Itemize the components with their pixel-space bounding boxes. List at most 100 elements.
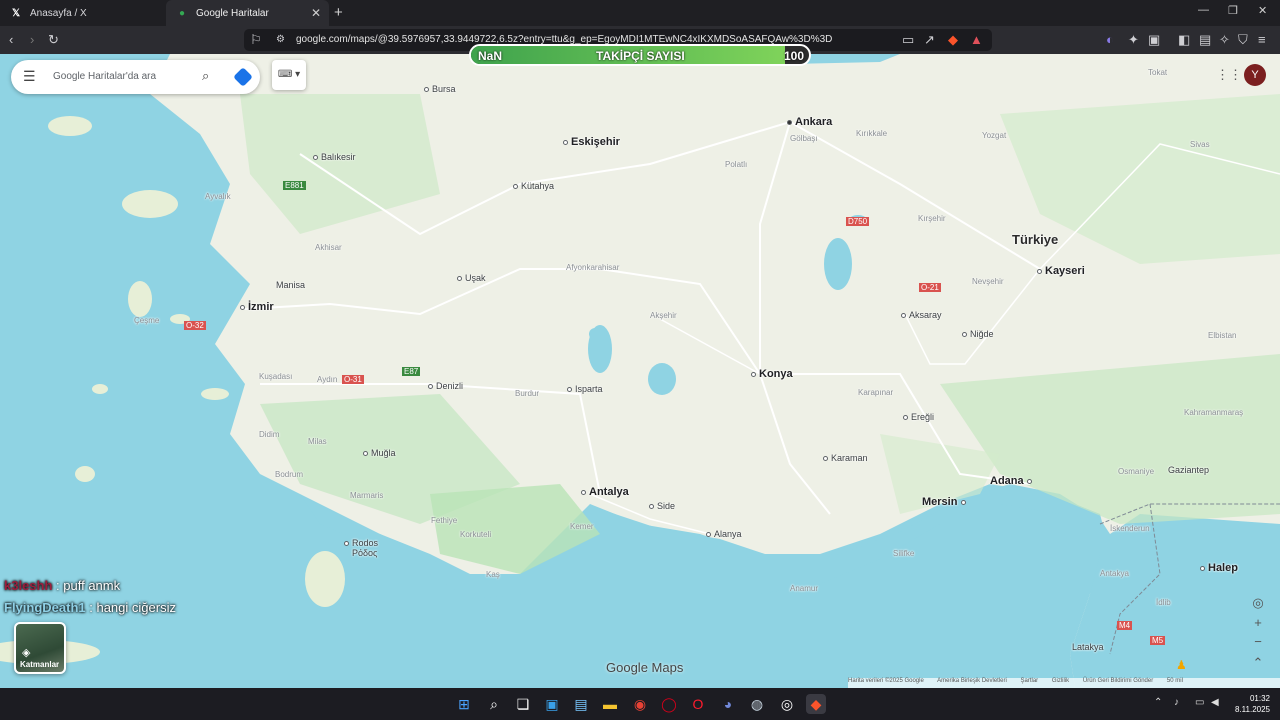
map-label-rodos-greek[interactable]: Ρόδος [352, 548, 377, 558]
system-clock[interactable]: 01:32 8.11.2025 [1230, 693, 1270, 715]
forward-icon[interactable]: › [30, 32, 34, 48]
brave-rewards-icon[interactable]: ▲ [970, 32, 983, 48]
opera-icon[interactable]: O [688, 694, 708, 714]
tab-search-icon[interactable]: ▣ [1148, 32, 1160, 48]
site-info-icon[interactable]: ⚙ [276, 32, 285, 48]
feedback-link[interactable]: Ürün Geri Bildirimi Gönder [1083, 678, 1153, 684]
map-label-ayvalik[interactable]: Ayvalık [205, 192, 231, 201]
map-label-konya[interactable]: Konya [751, 368, 793, 380]
opera-gx-icon[interactable]: ◯ [659, 694, 679, 714]
map-label-marmaris[interactable]: Marmaris [350, 491, 383, 500]
menu-icon[interactable]: ≡ [1258, 32, 1266, 48]
map-label-eregli[interactable]: Ereğli [903, 412, 934, 422]
brave-shields-icon[interactable]: ◆ [948, 32, 958, 48]
map-label-polatli[interactable]: Polatlı [725, 160, 747, 169]
map-label-elbistan[interactable]: Elbistan [1208, 331, 1236, 340]
map-label-kutahya[interactable]: Kütahya [513, 181, 554, 191]
street-view-pegman-icon[interactable]: ♟ [1176, 658, 1187, 672]
restore-icon[interactable]: ❐ [1228, 4, 1238, 17]
share-icon[interactable]: ↗ [924, 32, 935, 48]
map-label-iskenderun[interactable]: İskenderun [1110, 524, 1150, 533]
photos-app-icon[interactable]: ▤ [571, 694, 591, 714]
map-search-box[interactable]: ☰ Google Haritalar'da ara ⌕ [11, 60, 260, 94]
bookmark-icon[interactable]: ⚐ [250, 32, 262, 48]
map-label-kahramanmaras[interactable]: Kahramanmaraş [1184, 408, 1243, 417]
map-label-yozgat[interactable]: Yozgat [982, 131, 1006, 140]
tray-overflow-icon[interactable]: ⌃ [1154, 697, 1162, 708]
map-label-bodrum[interactable]: Bodrum [275, 470, 303, 479]
map-label-country[interactable]: Türkiye [1012, 232, 1058, 247]
map-label-aksehir[interactable]: Akşehir [650, 311, 677, 320]
map-label-mugla[interactable]: Muğla [363, 448, 396, 458]
map-label-balikesir[interactable]: Balıkesir [313, 152, 356, 162]
chrome-icon[interactable]: ◉ [630, 694, 650, 714]
map-label-rodos[interactable]: Rodos [344, 538, 378, 548]
zoom-in-button[interactable]: + [1248, 615, 1268, 633]
tab-google-maps[interactable]: ● Google Haritalar ✕ [166, 0, 329, 26]
cast-icon[interactable]: ▭ [902, 32, 914, 48]
map-label-kemer[interactable]: Kemer [570, 522, 594, 531]
layers-button[interactable]: ◈ Katmanlar [14, 622, 66, 674]
microphone-icon[interactable]: ♪ [1174, 697, 1179, 708]
task-view-icon[interactable]: ❏ [513, 694, 533, 714]
map-label-isparta[interactable]: Isparta [567, 384, 603, 394]
expand-icon[interactable]: ⌃ [1248, 655, 1268, 673]
map-label-denizli[interactable]: Denizli [428, 381, 463, 391]
map-label-golbasi[interactable]: Gölbaşı [790, 134, 818, 143]
map-label-silifke[interactable]: Silifke [893, 549, 914, 558]
map-label-didim[interactable]: Didim [259, 430, 279, 439]
input-tools-button[interactable]: ⌨ ▾ [272, 60, 306, 90]
back-icon[interactable]: ‹ [9, 32, 13, 48]
my-location-icon[interactable]: ◎ [1248, 595, 1268, 613]
sidebar-icon[interactable]: ◧ [1178, 32, 1190, 48]
vpn-shield-icon[interactable]: ⛉ [1238, 32, 1248, 48]
brave-icon[interactable]: ◆ [806, 694, 826, 714]
map-label-karapinar[interactable]: Karapınar [858, 388, 893, 397]
search-input[interactable]: Google Haritalar'da ara [53, 71, 156, 82]
map-label-izmir[interactable]: İzmir [240, 301, 274, 313]
reload-icon[interactable]: ↻ [48, 32, 59, 48]
map-label-karaman[interactable]: Karaman [823, 453, 868, 463]
map-label-afyon[interactable]: Afyonkarahisar [566, 263, 619, 272]
minimize-icon[interactable]: — [1198, 4, 1209, 16]
tab-x-home[interactable]: 𝕏 Anasayfa / X [0, 0, 166, 26]
footer-country-link[interactable]: Amerika Birleşik Devletleri [937, 678, 1007, 684]
leo-ai-icon[interactable]: ◐ [1106, 32, 1114, 48]
monitor-app-icon[interactable]: ▣ [542, 694, 562, 714]
terms-link[interactable]: Şartlar [1021, 678, 1039, 684]
map-label-kirikkale[interactable]: Kırıkkale [856, 129, 887, 138]
display-icon[interactable]: ▭ [1195, 697, 1204, 708]
map-label-eskisehir[interactable]: Eskişehir [563, 136, 620, 148]
search-icon[interactable]: ⌕ [202, 68, 209, 84]
map-label-cesme[interactable]: Çeşme [134, 316, 159, 325]
map-label-antalya[interactable]: Antalya [581, 486, 629, 498]
privacy-link[interactable]: Gizlilik [1052, 678, 1069, 684]
map-canvas[interactable]: Türkiye Ankara Eskişehir İzmir Konya Ant… [0, 54, 1280, 688]
search-icon[interactable]: ⌕ [484, 694, 504, 714]
map-label-fethiye[interactable]: Fethiye [431, 516, 457, 525]
map-label-kusadasi[interactable]: Kuşadası [259, 372, 292, 381]
map-label-kirsehir[interactable]: Kırşehir [918, 214, 946, 223]
file-explorer-icon[interactable]: ▬ [600, 694, 620, 714]
map-label-bursa[interactable]: Bursa [424, 84, 456, 94]
extensions-icon[interactable]: ✦ [1128, 32, 1139, 48]
map-label-kayseri[interactable]: Kayseri [1037, 265, 1085, 277]
map-label-nigde[interactable]: Niğde [962, 329, 994, 339]
map-label-kas[interactable]: Kaş [486, 570, 500, 579]
map-label-manisa[interactable]: Manisa [276, 280, 305, 290]
map-label-halep[interactable]: Halep [1200, 562, 1238, 574]
zoom-out-button[interactable]: − [1248, 634, 1268, 652]
map-label-aydin[interactable]: Aydın [317, 375, 337, 384]
volume-icon[interactable]: ◀ [1211, 697, 1219, 708]
map-label-gaziantep[interactable]: Gaziantep [1168, 465, 1209, 475]
steam-icon[interactable]: ◍ [747, 694, 767, 714]
windows-start-icon[interactable]: ⊞ [454, 694, 474, 714]
map-label-aksaray[interactable]: Aksaray [901, 310, 942, 320]
map-label-akhisar[interactable]: Akhisar [315, 243, 342, 252]
wallet-icon[interactable]: ▤ [1199, 32, 1211, 48]
obs-icon[interactable]: ◎ [777, 694, 797, 714]
map-label-idlib[interactable]: İdlib [1156, 598, 1171, 607]
map-label-osmaniye[interactable]: Osmaniye [1118, 467, 1154, 476]
map-label-latakya[interactable]: Latakya [1072, 642, 1104, 652]
scale-bar[interactable]: 50 mil [1167, 678, 1183, 684]
